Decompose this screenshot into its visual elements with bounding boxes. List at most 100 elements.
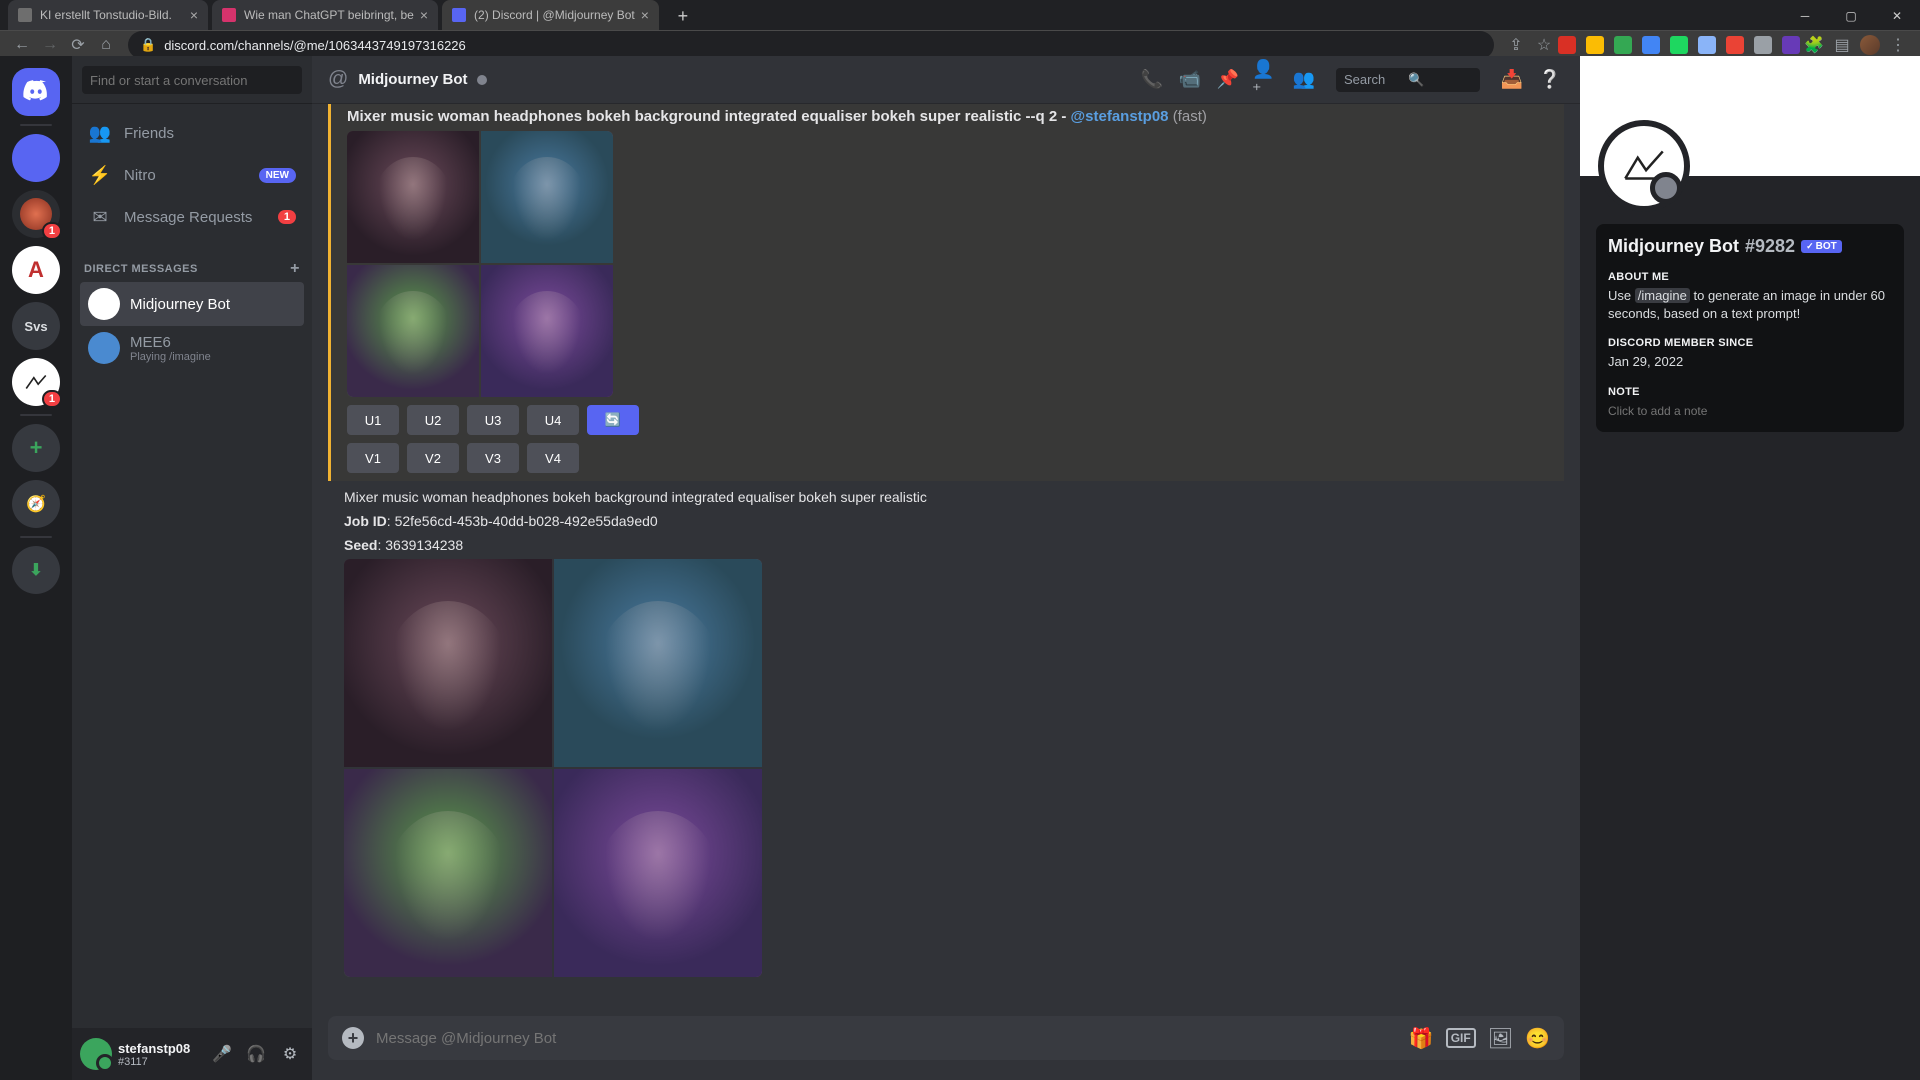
extension-icon[interactable] [1670, 36, 1688, 54]
deafen-button[interactable]: 🎧 [242, 1040, 270, 1068]
inbox-icon: ✉ [88, 207, 112, 228]
close-icon[interactable]: × [641, 7, 649, 23]
extension-icon[interactable] [1642, 36, 1660, 54]
message-requests-item[interactable]: ✉ Message Requests 1 [80, 196, 304, 238]
user-info[interactable]: stefanstp08 #3117 [118, 1041, 202, 1068]
about-header: ABOUT ME [1608, 271, 1892, 283]
profile-toggle-button[interactable]: 👥 [1290, 66, 1318, 94]
nitro-label: Nitro [124, 167, 156, 184]
sidepanel-icon[interactable]: ▤ [1828, 31, 1856, 59]
nitro-item[interactable]: ⚡ Nitro NEW [80, 154, 304, 196]
chat-input[interactable]: + 🎁 GIF 🖼 😊 [328, 1016, 1564, 1060]
message: Mixer music woman headphones bokeh backg… [328, 104, 1564, 481]
u1-button[interactable]: U1 [347, 405, 399, 435]
extension-icon[interactable] [1558, 36, 1576, 54]
home-server-button[interactable] [12, 68, 60, 116]
mute-button[interactable]: 🎤 [208, 1040, 236, 1068]
browser-tab[interactable]: (2) Discord | @Midjourney Bot × [442, 0, 659, 30]
reroll-button[interactable]: 🔄 [587, 405, 639, 435]
extension-icon[interactable] [1614, 36, 1632, 54]
extensions-menu-icon[interactable]: 🧩 [1800, 31, 1828, 59]
extension-icon[interactable] [1726, 36, 1744, 54]
message-list[interactable]: Mixer music woman headphones bokeh backg… [312, 104, 1580, 1016]
generated-image[interactable] [344, 559, 552, 767]
u2-button[interactable]: U2 [407, 405, 459, 435]
generated-image[interactable] [347, 265, 479, 397]
server-button[interactable]: 1 [12, 190, 60, 238]
server-button[interactable]: Svs [12, 302, 60, 350]
menu-icon[interactable]: ⋮ [1884, 31, 1912, 59]
extension-icon[interactable] [1782, 36, 1800, 54]
forward-button[interactable]: → [36, 31, 64, 59]
share-icon[interactable]: ⇪ [1502, 31, 1530, 59]
server-button[interactable]: A [12, 246, 60, 294]
minimize-button[interactable]: ─ [1782, 0, 1828, 32]
video-call-button[interactable]: 📹 [1176, 66, 1204, 94]
image-grid[interactable] [347, 131, 613, 397]
generated-image[interactable] [347, 131, 479, 263]
pin-button[interactable]: 📌 [1214, 66, 1242, 94]
attach-button[interactable]: + [342, 1027, 364, 1049]
v3-button[interactable]: V3 [467, 443, 519, 473]
add-server-button[interactable]: + [12, 424, 60, 472]
generated-image[interactable] [481, 265, 613, 397]
close-window-button[interactable]: ✕ [1874, 0, 1920, 32]
add-friends-button[interactable]: 👤⁺ [1252, 66, 1280, 94]
inbox-button[interactable]: 📥 [1498, 66, 1526, 94]
back-button[interactable]: ← [8, 31, 36, 59]
extension-icon[interactable] [1586, 36, 1604, 54]
extension-icon[interactable] [1754, 36, 1772, 54]
generated-image[interactable] [554, 769, 762, 977]
close-icon[interactable]: × [190, 7, 198, 23]
browser-tab[interactable]: Wie man ChatGPT beibringt, be × [212, 0, 438, 30]
gift-button[interactable]: 🎁 [1409, 1026, 1434, 1051]
url-input[interactable]: 🔒 discord.com/channels/@me/1063443749197… [128, 31, 1494, 59]
user-panel: stefanstp08 #3117 🎤 🎧 ⚙ [72, 1028, 312, 1080]
generated-image[interactable] [554, 559, 762, 767]
v4-button[interactable]: V4 [527, 443, 579, 473]
voice-call-button[interactable]: 📞 [1138, 66, 1166, 94]
emoji-button[interactable]: 😊 [1525, 1026, 1550, 1051]
v1-button[interactable]: V1 [347, 443, 399, 473]
user-avatar[interactable] [80, 1038, 112, 1070]
search-icon: 🔍 [1408, 72, 1472, 88]
generated-image[interactable] [344, 769, 552, 977]
u3-button[interactable]: U3 [467, 405, 519, 435]
settings-button[interactable]: ⚙ [276, 1040, 304, 1068]
friends-item[interactable]: 👥 Friends [80, 112, 304, 154]
message-input[interactable] [376, 1030, 1397, 1047]
nitro-icon: ⚡ [88, 165, 112, 186]
dm-item[interactable]: MEE6 Playing /imagine [80, 326, 304, 370]
search-input[interactable] [82, 66, 302, 94]
chat-input-area: + 🎁 GIF 🖼 😊 [312, 1016, 1580, 1080]
extension-icon[interactable] [1698, 36, 1716, 54]
close-icon[interactable]: × [420, 7, 428, 23]
browser-tab[interactable]: KI erstellt Tonstudio-Bild. × [8, 0, 208, 30]
server-button[interactable] [12, 134, 60, 182]
note-input[interactable] [1608, 404, 1892, 418]
server-button[interactable]: 1 [12, 358, 60, 406]
chat-search[interactable]: Search 🔍 [1336, 68, 1480, 92]
address-bar: ← → ⟳ ⌂ 🔒 discord.com/channels/@me/10634… [0, 30, 1920, 59]
v2-button[interactable]: V2 [407, 443, 459, 473]
explore-button[interactable]: 🧭 [12, 480, 60, 528]
star-icon[interactable]: ☆ [1530, 31, 1558, 59]
profile-avatar[interactable] [1598, 120, 1690, 212]
reload-button[interactable]: ⟳ [64, 31, 92, 59]
generated-image[interactable] [481, 131, 613, 263]
sticker-button[interactable]: 🖼 [1488, 1026, 1513, 1051]
u4-button[interactable]: U4 [527, 405, 579, 435]
dm-item[interactable]: Midjourney Bot [80, 282, 304, 326]
download-button[interactable]: ⬇ [12, 546, 60, 594]
help-button[interactable]: ❔ [1536, 66, 1564, 94]
friends-icon: 👥 [88, 123, 112, 144]
new-tab-button[interactable]: + [669, 2, 697, 30]
image-grid[interactable] [344, 559, 762, 977]
profile-avatar-icon[interactable] [1856, 31, 1884, 59]
maximize-button[interactable]: ▢ [1828, 0, 1874, 32]
user-mention[interactable]: @stefanstp08 [1071, 108, 1169, 125]
gif-button[interactable]: GIF [1446, 1028, 1476, 1048]
create-dm-button[interactable]: + [290, 260, 300, 278]
profile-banner [1580, 56, 1920, 176]
home-button[interactable]: ⌂ [92, 31, 120, 59]
